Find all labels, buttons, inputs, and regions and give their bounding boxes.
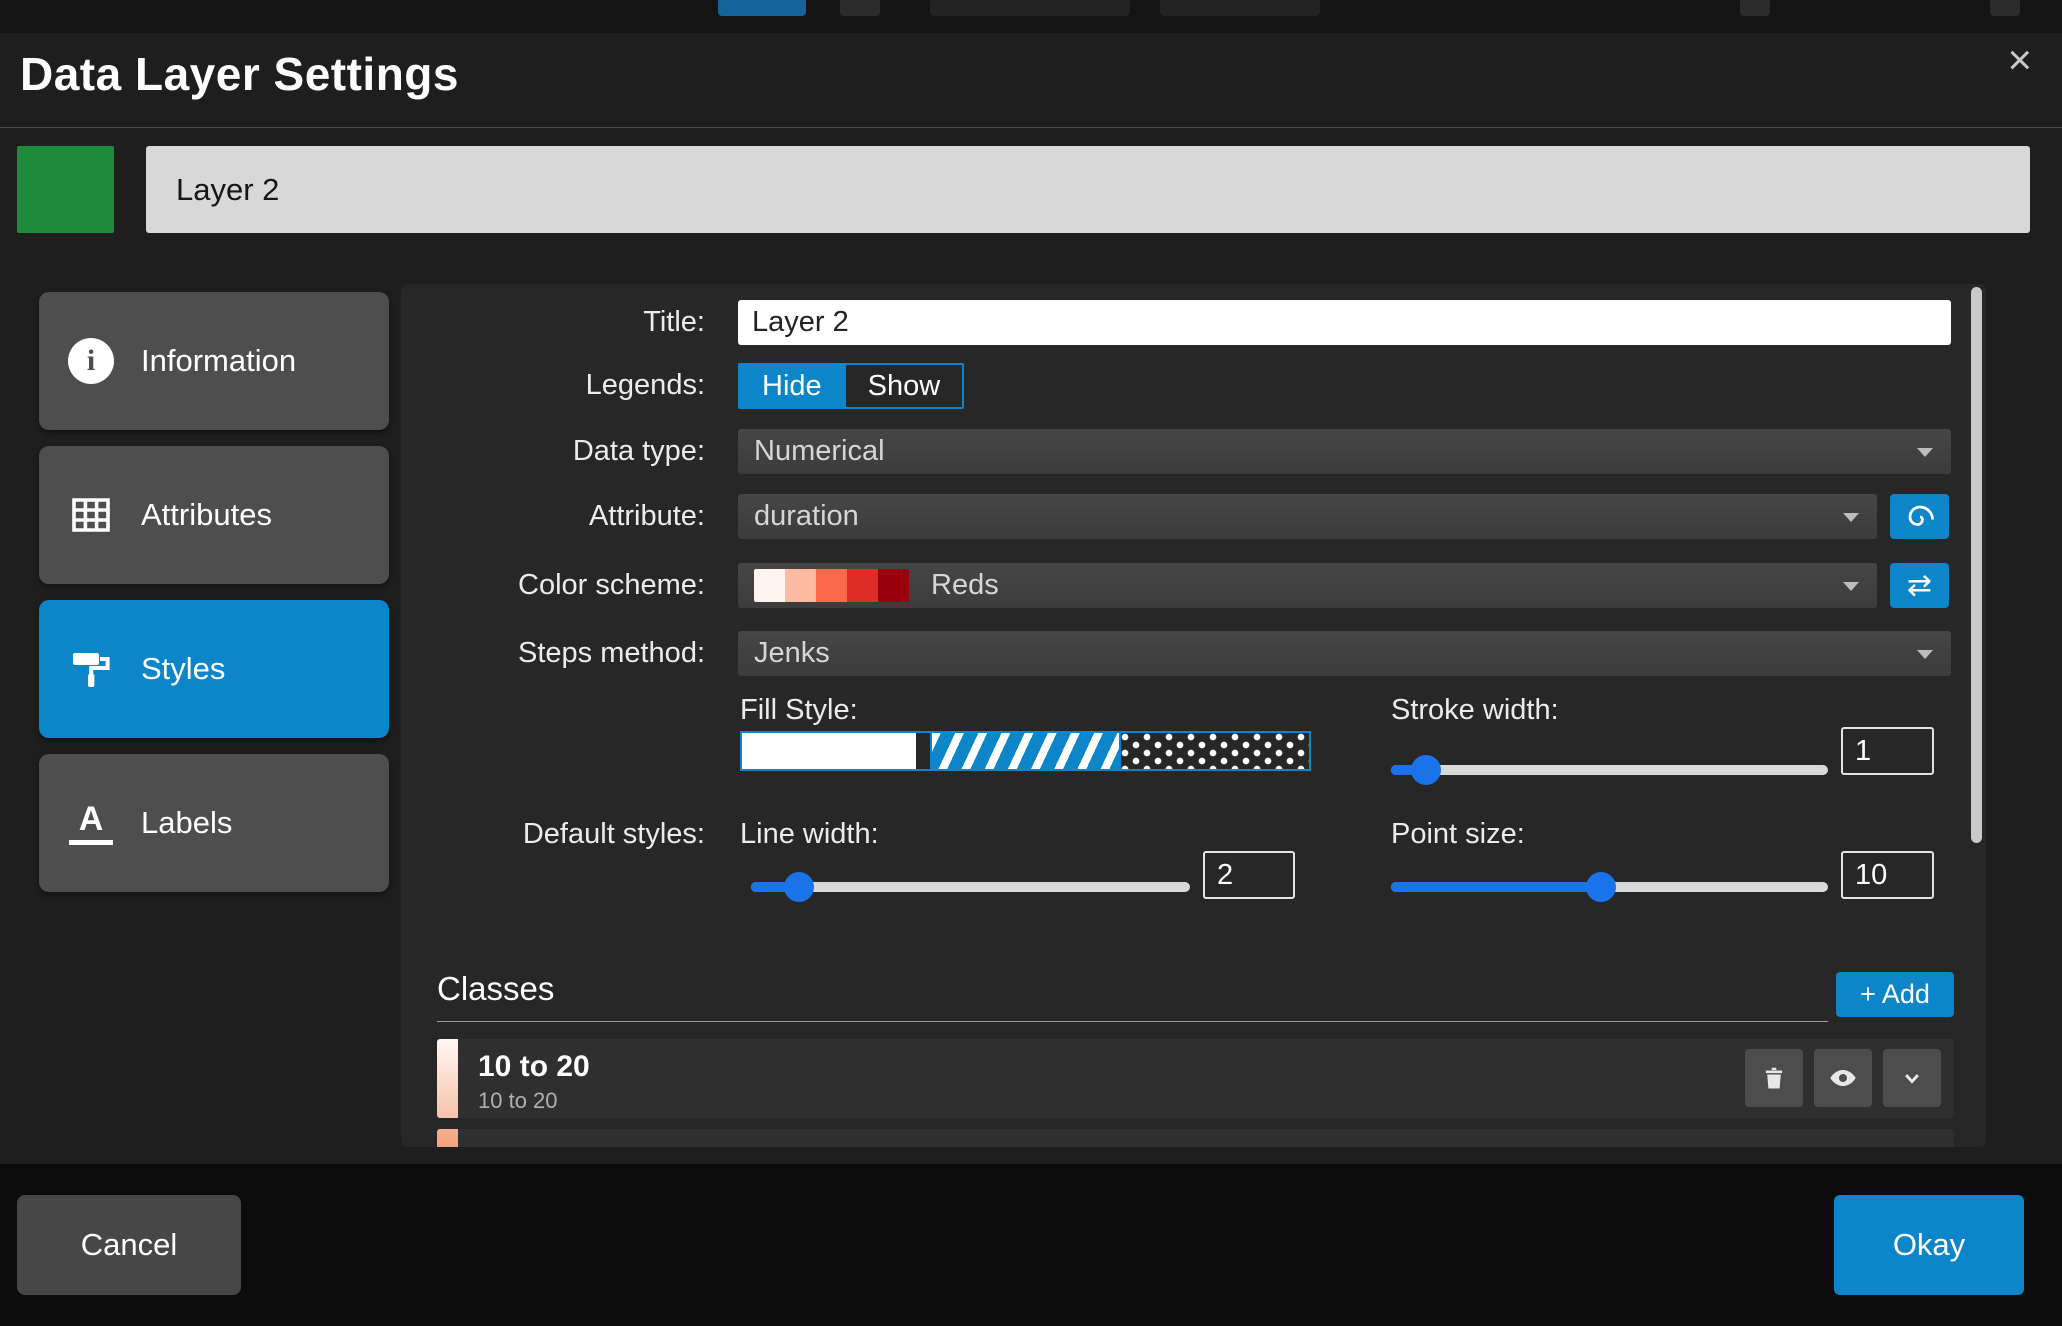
title-label: Title: xyxy=(643,306,705,338)
background-toolbar-button xyxy=(718,0,806,16)
background-app-toolbar xyxy=(0,0,2062,33)
fill-style-dotted-option[interactable] xyxy=(1119,733,1310,769)
dialog-title: Data Layer Settings xyxy=(20,48,459,100)
swap-arrows-icon: ⇄ xyxy=(1906,569,1933,602)
fill-style-solid-option[interactable] xyxy=(742,733,930,769)
color-scheme-value: Reds xyxy=(931,569,999,601)
class-title: 10 to 20 xyxy=(478,1050,590,1083)
delete-class-button[interactable] xyxy=(1745,1049,1803,1107)
legends-show-button[interactable]: Show xyxy=(843,365,963,407)
legends-toggle: Hide Show xyxy=(738,363,965,409)
class-subtitle: 10 to 20 xyxy=(478,1088,558,1113)
layer-color-swatch[interactable] xyxy=(17,146,114,233)
legends-label: Legends: xyxy=(585,369,705,401)
point-size-input[interactable] xyxy=(1841,851,1934,899)
line-width-label: Line width: xyxy=(740,818,879,850)
default-styles-label: Default styles: xyxy=(522,818,705,850)
background-toolbar-button xyxy=(840,0,880,16)
chevron-down-icon xyxy=(1917,448,1933,457)
color-scheme-label: Color scheme: xyxy=(518,569,705,601)
eye-icon xyxy=(1830,1070,1856,1086)
line-width-slider[interactable] xyxy=(751,872,1190,902)
class-color-swatch[interactable] xyxy=(437,1039,458,1118)
legends-hide-button[interactable]: Hide xyxy=(740,365,844,407)
color-ramp-swatch xyxy=(754,569,909,602)
background-toolbar-button xyxy=(930,0,1130,16)
chevron-down-icon xyxy=(1917,650,1933,659)
chevron-down-icon xyxy=(1843,513,1859,522)
paint-roller-icon xyxy=(65,643,117,695)
steps-method-value: Jenks xyxy=(754,637,830,669)
screen: Data Layer Settings × i Information Attr… xyxy=(0,0,2062,1326)
data-type-label: Data type: xyxy=(572,435,705,467)
reverse-colors-button[interactable]: ⇄ xyxy=(1890,563,1949,608)
attribute-value: duration xyxy=(754,500,859,532)
data-layer-settings-dialog: Data Layer Settings × i Information Attr… xyxy=(0,33,2062,1164)
sidebar-item-labels[interactable]: A Labels xyxy=(39,754,389,892)
sidebar-item-label: Information xyxy=(141,343,297,378)
info-icon: i xyxy=(65,335,117,387)
styles-panel: Title: Legends: Hide Show Data type: Num… xyxy=(401,284,1986,1147)
chevron-down-icon xyxy=(1843,582,1859,591)
steps-method-select[interactable]: Jenks xyxy=(738,631,1951,676)
scrollbar-thumb[interactable] xyxy=(1971,287,1982,843)
text-label-icon: A xyxy=(65,797,117,849)
stroke-width-label: Stroke width: xyxy=(1391,694,1559,726)
close-icon[interactable]: × xyxy=(2007,39,2032,81)
data-type-value: Numerical xyxy=(754,435,885,467)
fill-style-label: Fill Style: xyxy=(740,694,858,726)
slider-fill xyxy=(1391,882,1601,892)
line-width-input[interactable] xyxy=(1203,851,1295,899)
spiral-icon xyxy=(1908,505,1934,526)
sidebar-item-attributes[interactable]: Attributes xyxy=(39,446,389,584)
class-row: 10 to 20 10 to 20 xyxy=(437,1039,1954,1118)
background-toolbar-button xyxy=(1740,0,1770,16)
divider xyxy=(437,1021,1828,1022)
slider-thumb[interactable] xyxy=(784,872,815,902)
attribute-select[interactable]: duration xyxy=(738,494,1877,539)
slider-thumb[interactable] xyxy=(1410,755,1441,785)
fill-style-hatched-option[interactable] xyxy=(929,733,1120,769)
class-row xyxy=(437,1129,1954,1147)
divider xyxy=(0,127,2062,128)
cancel-button[interactable]: Cancel xyxy=(17,1195,241,1295)
okay-button[interactable]: Okay xyxy=(1834,1195,2024,1295)
class-color-swatch[interactable] xyxy=(437,1129,458,1147)
point-size-slider[interactable] xyxy=(1391,872,1828,902)
attribute-label: Attribute: xyxy=(588,500,705,532)
background-toolbar-button xyxy=(1160,0,1320,16)
classes-heading: Classes xyxy=(437,970,555,1007)
sidebar-item-information[interactable]: i Information xyxy=(39,292,389,430)
sidebar-item-label: Labels xyxy=(141,805,233,840)
data-type-select[interactable]: Numerical xyxy=(738,429,1951,474)
chevron-down-icon xyxy=(1905,1074,1919,1084)
color-scheme-select[interactable]: Reds xyxy=(738,563,1877,608)
slider-thumb[interactable] xyxy=(1585,872,1616,902)
sidebar-item-label: Attributes xyxy=(141,497,272,532)
classify-button[interactable] xyxy=(1890,494,1949,539)
sidebar-item-styles[interactable]: Styles xyxy=(39,600,389,738)
add-class-button[interactable]: + Add xyxy=(1836,972,1954,1017)
point-size-label: Point size: xyxy=(1391,818,1525,850)
stroke-width-input[interactable] xyxy=(1841,727,1934,775)
sidebar-item-label: Styles xyxy=(141,651,226,686)
toggle-class-visibility-button[interactable] xyxy=(1814,1049,1872,1107)
stroke-width-slider[interactable] xyxy=(1391,755,1828,785)
fill-style-selector xyxy=(740,731,1311,771)
steps-method-label: Steps method: xyxy=(518,637,705,669)
background-toolbar-button xyxy=(1990,0,2020,16)
trash-icon xyxy=(1765,1067,1783,1089)
title-input[interactable] xyxy=(738,300,1951,345)
table-grid-icon xyxy=(65,489,117,541)
layer-name-input[interactable] xyxy=(146,146,2030,233)
expand-class-button[interactable] xyxy=(1883,1049,1941,1107)
